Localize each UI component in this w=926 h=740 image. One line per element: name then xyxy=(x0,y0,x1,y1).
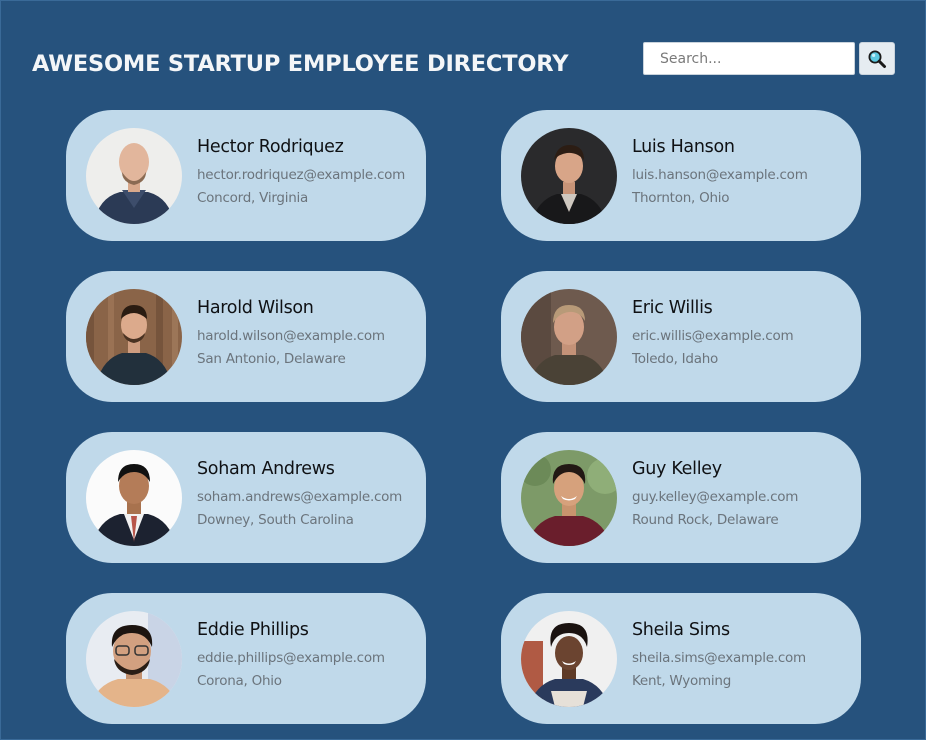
employee-location: Downey, South Carolina xyxy=(197,511,354,528)
employee-location: Kent, Wyoming xyxy=(632,672,732,689)
employee-card[interactable]: Harold Wilson harold.wilson@example.com … xyxy=(66,271,426,402)
employee-location: Concord, Virginia xyxy=(197,189,309,206)
avatar xyxy=(86,449,182,546)
employee-name: Soham Andrews xyxy=(197,458,335,479)
employee-email: eddie.phillips@example.com xyxy=(197,649,385,666)
employee-card[interactable]: Eddie Phillips eddie.phillips@example.co… xyxy=(66,593,426,724)
employee-name: Guy Kelley xyxy=(632,458,722,479)
employee-name: Eddie Phillips xyxy=(197,619,309,640)
page-title: AWESOME STARTUP EMPLOYEE DIRECTORY xyxy=(32,51,569,77)
employee-email: sheila.sims@example.com xyxy=(632,649,806,666)
employee-name: Hector Rodriquez xyxy=(197,136,344,157)
employee-card[interactable]: Sheila Sims sheila.sims@example.com Kent… xyxy=(501,593,861,724)
employee-location: San Antonio, Delaware xyxy=(197,350,346,367)
employee-info: Harold Wilson harold.wilson@example.com … xyxy=(197,298,385,371)
search-button[interactable] xyxy=(859,42,895,75)
magnifier-icon xyxy=(868,50,886,68)
employee-email: eric.willis@example.com xyxy=(632,327,794,344)
employee-name: Harold Wilson xyxy=(197,297,314,318)
employee-email: soham.andrews@example.com xyxy=(197,488,403,505)
employee-info: Hector Rodriquez hector.rodriquez@exampl… xyxy=(197,137,405,210)
employee-email: guy.kelley@example.com xyxy=(632,488,799,505)
employee-info: Sheila Sims sheila.sims@example.com Kent… xyxy=(632,620,806,693)
avatar xyxy=(86,610,182,707)
employee-card[interactable]: Luis Hanson luis.hanson@example.com Thor… xyxy=(501,110,861,241)
employee-card[interactable]: Hector Rodriquez hector.rodriquez@exampl… xyxy=(66,110,426,241)
search-input[interactable] xyxy=(643,42,855,75)
employee-info: Guy Kelley guy.kelley@example.com Round … xyxy=(632,459,798,532)
employee-email: luis.hanson@example.com xyxy=(632,166,808,183)
search-form xyxy=(643,42,895,75)
avatar xyxy=(521,610,617,707)
employee-name: Sheila Sims xyxy=(632,619,730,640)
employee-location: Thornton, Ohio xyxy=(632,189,730,206)
employee-info: Soham Andrews soham.andrews@example.com … xyxy=(197,459,402,532)
avatar xyxy=(521,288,617,385)
employee-email: harold.wilson@example.com xyxy=(197,327,385,344)
employee-location: Corona, Ohio xyxy=(197,672,282,689)
employee-email: hector.rodriquez@example.com xyxy=(197,166,406,183)
employee-name: Eric Willis xyxy=(632,297,713,318)
avatar xyxy=(86,127,182,224)
employee-info: Luis Hanson luis.hanson@example.com Thor… xyxy=(632,137,808,210)
avatar xyxy=(86,288,182,385)
avatar xyxy=(521,127,617,224)
employee-card[interactable]: Guy Kelley guy.kelley@example.com Round … xyxy=(501,432,861,563)
employee-location: Toledo, Idaho xyxy=(632,350,719,367)
employee-card[interactable]: Eric Willis eric.willis@example.com Tole… xyxy=(501,271,861,402)
employee-location: Round Rock, Delaware xyxy=(632,511,779,528)
employee-name: Luis Hanson xyxy=(632,136,735,157)
avatar xyxy=(521,449,617,546)
employee-info: Eddie Phillips eddie.phillips@example.co… xyxy=(197,620,385,693)
employee-card[interactable]: Soham Andrews soham.andrews@example.com … xyxy=(66,432,426,563)
employee-info: Eric Willis eric.willis@example.com Tole… xyxy=(632,297,794,371)
